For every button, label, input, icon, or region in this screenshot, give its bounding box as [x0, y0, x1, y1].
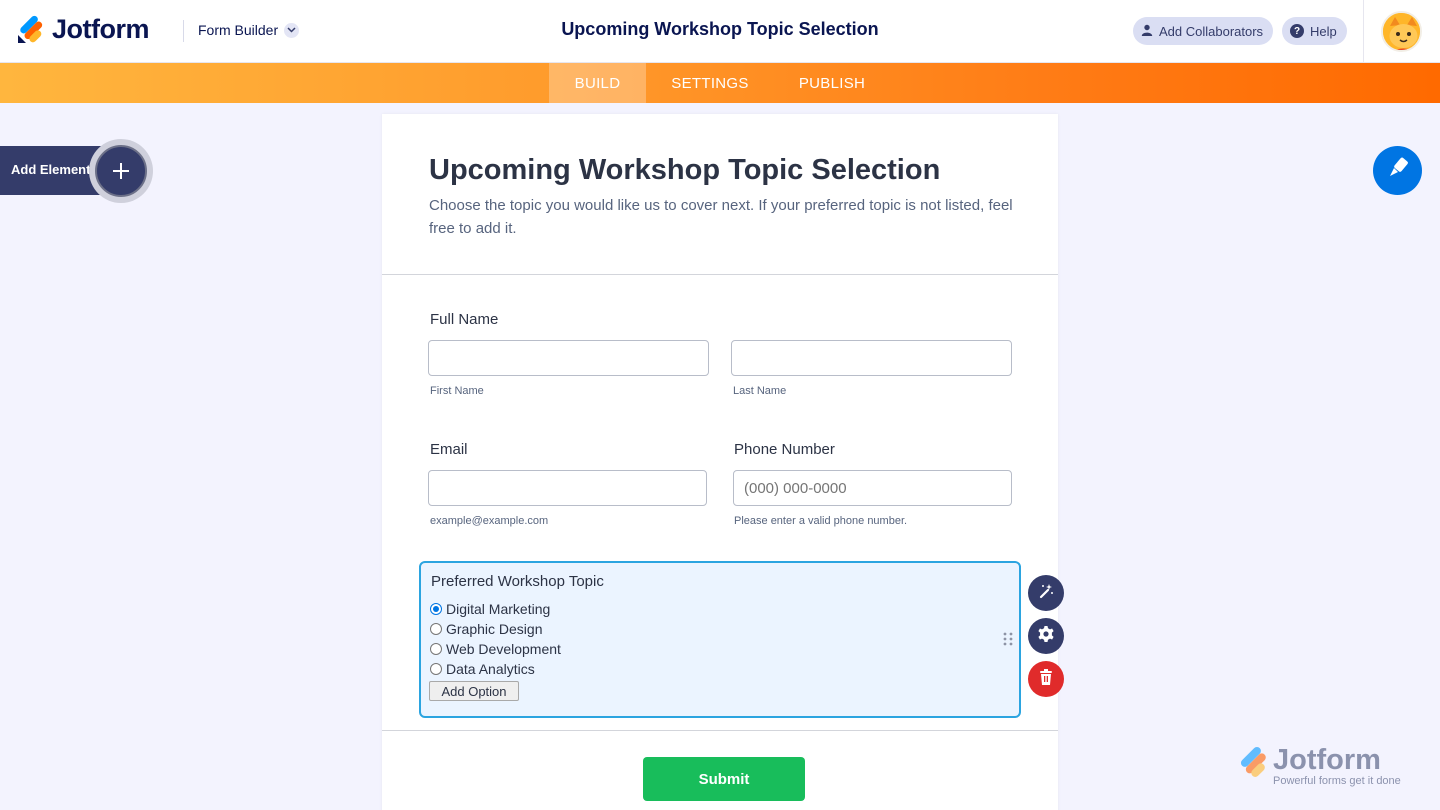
option-data-analytics[interactable]: Data Analytics — [430, 661, 535, 677]
plus-icon — [95, 145, 147, 197]
jotform-logo[interactable]: Jotform — [16, 14, 150, 45]
tab-build[interactable]: BUILD — [549, 63, 646, 103]
watermark-tagline: Powerful forms get it done — [1273, 775, 1401, 787]
builder-nav: BUILD SETTINGS PUBLISH — [0, 63, 1440, 103]
email-label: Email — [430, 441, 468, 458]
option-label: Graphic Design — [446, 621, 543, 637]
form-canvas: Upcoming Workshop Topic Selection Choose… — [382, 114, 1058, 810]
field-wizard-button[interactable] — [1028, 575, 1064, 611]
add-element-button[interactable] — [89, 139, 153, 203]
add-element-label: Add Element — [11, 162, 91, 177]
workshop-topic-field[interactable]: Preferred Workshop Topic Digital Marketi… — [419, 561, 1021, 718]
radio-icon[interactable] — [430, 663, 442, 675]
paint-brush-icon — [1386, 156, 1410, 185]
option-label: Digital Marketing — [446, 601, 551, 617]
jotform-logo-icon — [1236, 746, 1268, 785]
chevron-down-icon — [284, 22, 300, 38]
radio-selected-icon[interactable] — [430, 603, 442, 615]
watermark-brand: Jotform — [1273, 744, 1381, 776]
radio-icon[interactable] — [430, 623, 442, 635]
radio-icon[interactable] — [430, 643, 442, 655]
tab-publish[interactable]: PUBLISH — [774, 63, 890, 103]
help-icon: ? — [1290, 24, 1304, 38]
trash-icon — [1039, 668, 1053, 690]
email-sublabel: example@example.com — [430, 515, 549, 527]
jotform-logo-icon — [16, 15, 44, 45]
option-web-development[interactable]: Web Development — [430, 641, 561, 657]
top-header: Jotform Form Builder Upcoming Workshop T… — [0, 0, 1440, 63]
jotform-watermark: Jotform Powerful forms get it done — [1236, 744, 1416, 788]
help-label: Help — [1310, 23, 1337, 39]
option-label: Data Analytics — [446, 661, 535, 677]
first-name-input[interactable] — [428, 340, 709, 376]
avatar-icon — [1383, 13, 1420, 50]
help-button[interactable]: ? Help — [1282, 17, 1347, 45]
add-collaborators-label: Add Collaborators — [1159, 23, 1264, 39]
option-digital-marketing[interactable]: Digital Marketing — [430, 601, 550, 617]
option-graphic-design[interactable]: Graphic Design — [430, 621, 543, 637]
first-name-sublabel: First Name — [430, 385, 484, 397]
phone-label: Phone Number — [734, 441, 835, 458]
add-option-button[interactable]: Add Option — [429, 681, 519, 701]
workshop-topic-label: Preferred Workshop Topic — [431, 573, 604, 590]
form-builder-menu[interactable]: Form Builder — [198, 22, 300, 38]
magic-wand-icon — [1037, 582, 1055, 605]
add-collaborators-button[interactable]: Add Collaborators — [1133, 17, 1274, 45]
form-title[interactable]: Upcoming Workshop Topic Selection — [429, 154, 940, 187]
form-builder-label: Form Builder — [198, 22, 279, 38]
avatar[interactable] — [1381, 11, 1422, 52]
form-designer-button[interactable] — [1373, 146, 1422, 195]
brand-name: Jotform — [52, 14, 150, 44]
gear-icon — [1037, 625, 1055, 648]
last-name-input[interactable] — [731, 340, 1012, 376]
full-name-label: Full Name — [430, 311, 499, 328]
phone-input[interactable] — [733, 470, 1012, 506]
header-divider-line — [382, 274, 1058, 275]
drag-handle-icon[interactable] — [1003, 632, 1013, 646]
phone-sublabel: Please enter a valid phone number. — [734, 515, 908, 527]
email-input[interactable] — [428, 470, 707, 506]
option-label: Web Development — [446, 641, 561, 657]
field-properties-button[interactable] — [1028, 618, 1064, 654]
avatar-divider — [1363, 0, 1364, 63]
delete-field-button[interactable] — [1028, 661, 1064, 697]
form-description[interactable]: Choose the topic you would like us to co… — [429, 194, 1029, 240]
last-name-sublabel: Last Name — [733, 385, 787, 397]
submit-button[interactable]: Submit — [643, 757, 805, 801]
user-icon — [1141, 24, 1153, 39]
tab-settings[interactable]: SETTINGS — [646, 63, 774, 103]
submit-divider-line — [382, 730, 1058, 731]
header-divider — [183, 20, 184, 42]
